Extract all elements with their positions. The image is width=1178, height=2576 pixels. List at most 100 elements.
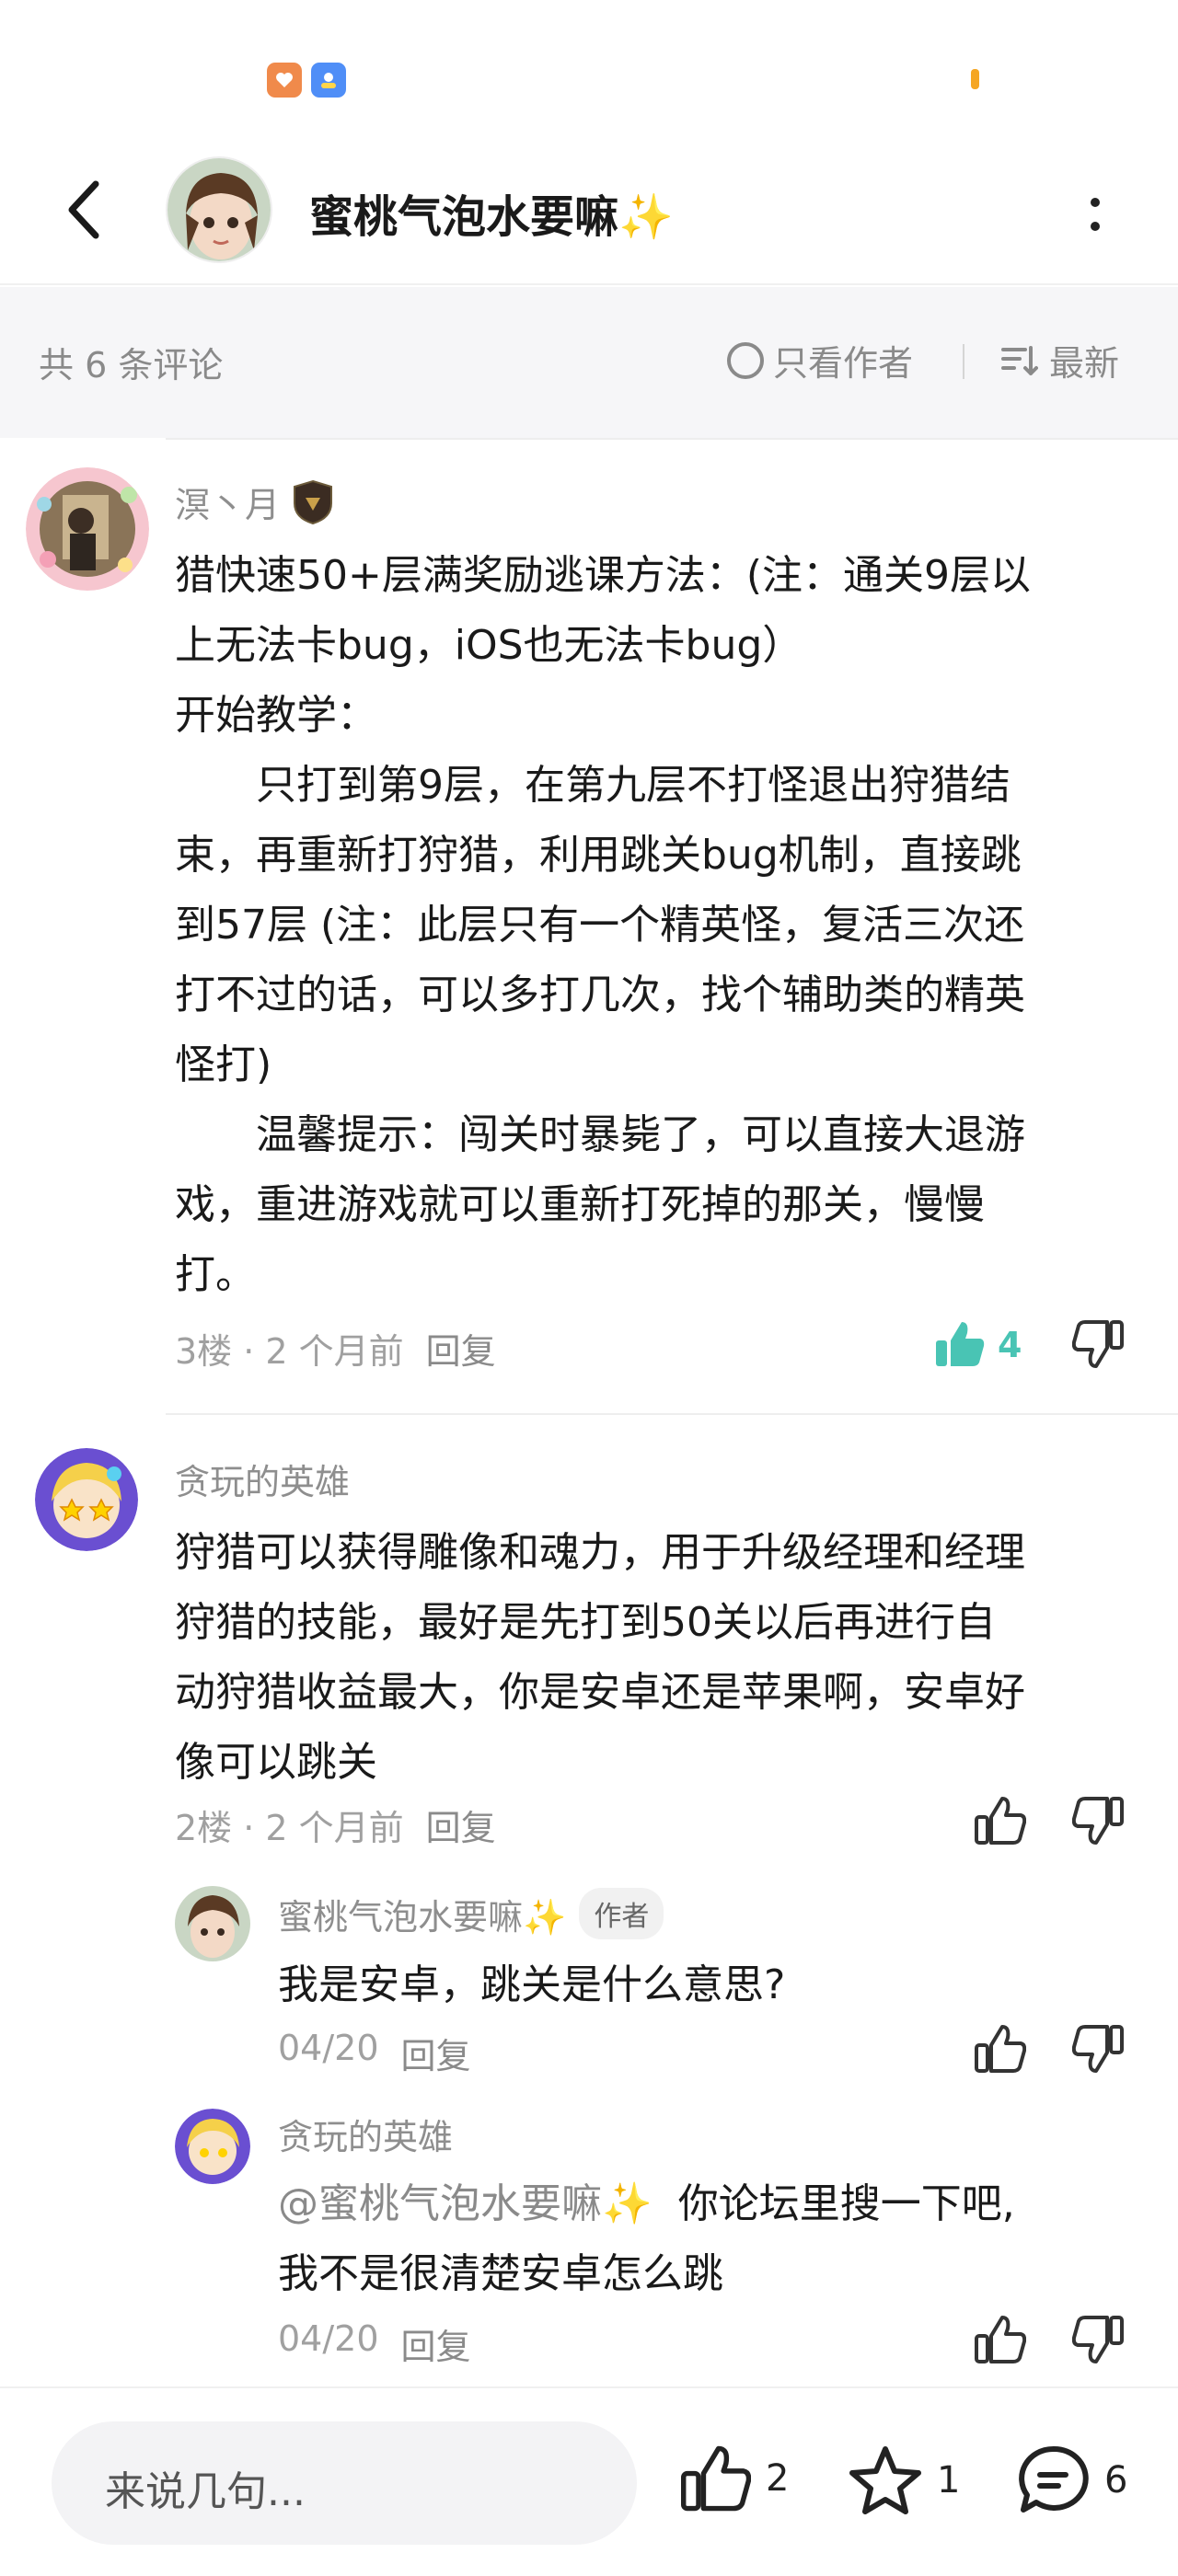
reply-button[interactable]: 回复 xyxy=(426,1323,496,1374)
user-avatar[interactable] xyxy=(175,1886,250,1961)
comment-meta: 3楼 · 2 个月前 回复 xyxy=(175,1323,496,1374)
sort-toggle[interactable]: 最新 xyxy=(1001,335,1119,385)
comment-bubble-icon xyxy=(1019,2445,1089,2513)
reply-button[interactable]: 回复 xyxy=(401,2028,471,2078)
more-dot-icon xyxy=(1091,198,1100,207)
reply-text: @蜜桃气泡水要嘛✨ 你论坛里搜一下吧, 我不是很清楚安卓怎么跳 xyxy=(278,2169,1125,2309)
divider xyxy=(166,438,1178,440)
thumbs-down-icon xyxy=(1072,1320,1124,1368)
thumbs-down-icon xyxy=(1072,1797,1124,1845)
comment-line: 狩猎的技能，最好是先打到50关以后再进行自 xyxy=(175,1599,996,1646)
comment-line: 像可以跳关 xyxy=(175,1739,377,1786)
username-text: 蜜桃气泡水要嘛✨ xyxy=(278,1896,567,1938)
comment-line: 束，再重新打狩猎，利用跳关bug机制，直接跳 xyxy=(175,832,1022,879)
reply-button[interactable]: 回复 xyxy=(426,1800,496,1850)
comment-username[interactable]: 贪玩的英雄 xyxy=(175,1454,350,1504)
comment-filter-bar: 共 6 条评论 只看作者 最新 xyxy=(0,287,1178,438)
like-button[interactable] xyxy=(970,1790,1031,1851)
comment-line: 戏，重进游戏就可以重新打死掉的那关，慢慢 xyxy=(175,1181,985,1228)
mention-link[interactable]: @蜜桃气泡水要嘛✨ xyxy=(278,2180,653,2227)
author-badge: 作者 xyxy=(579,1888,664,1939)
comment-line: 开始教学： xyxy=(175,692,377,739)
like-count: 4 xyxy=(998,1325,1022,1365)
reply-username[interactable]: 贪玩的英雄 xyxy=(278,2109,453,2159)
comment-total-count: 6 xyxy=(1104,2459,1128,2501)
back-button[interactable] xyxy=(55,173,110,247)
dislike-button[interactable] xyxy=(1068,2018,1128,2079)
comment-line: 打。 xyxy=(175,1251,256,1298)
user-avatar[interactable] xyxy=(35,1448,138,1551)
favorite-count: 1 xyxy=(937,2459,961,2501)
favorite-button[interactable]: 1 xyxy=(849,2444,960,2517)
dislike-button[interactable] xyxy=(1068,1314,1128,1374)
thumbs-up-filled-icon xyxy=(936,1322,985,1366)
reply-date: 04/20 xyxy=(278,2028,379,2068)
reply-date: 04/20 xyxy=(278,2318,379,2359)
more-dot-icon xyxy=(1091,222,1100,231)
page-title: 蜜桃气泡水要嘛✨ xyxy=(309,191,674,243)
badge-shield-icon xyxy=(294,479,333,524)
comment-input[interactable]: 来说几句... xyxy=(52,2421,637,2545)
comment-line: 狩猎可以获得雕像和魂力，用于升级经理和经理 xyxy=(175,1529,1025,1576)
heart-app-icon xyxy=(267,63,302,98)
star-icon xyxy=(849,2446,921,2514)
comment-meta: 2楼 · 2 个月前 回复 xyxy=(175,1800,496,1850)
post-like-button[interactable]: 2 xyxy=(681,2444,789,2513)
comment-line: 上无法卡bug，iOS也无法卡bug） xyxy=(175,622,803,669)
bottom-action-bar: 来说几句... 2 1 6 xyxy=(0,2386,1178,2576)
comment-line: 到57层 (注：此层只有一个精英怪，复活三次还 xyxy=(175,902,1025,949)
reply-text: 我是安卓，跳关是什么意思? xyxy=(278,1961,786,2008)
reply-meta: 04/20 回复 xyxy=(278,2028,471,2078)
username-text: 贪玩的英雄 xyxy=(278,2117,454,2157)
post-like-count: 2 xyxy=(766,2457,790,2500)
only-author-label: 只看作者 xyxy=(773,343,914,384)
sort-icon xyxy=(1001,345,1038,375)
user-avatar[interactable] xyxy=(26,467,149,591)
comment-line: 动狩猎收益最大，你是安卓还是苹果啊，安卓好 xyxy=(175,1669,1025,1716)
reply-line: 我不是很清楚安卓怎么跳 xyxy=(278,2250,723,2297)
comments-button[interactable]: 6 xyxy=(1016,2444,1127,2517)
comment-text: 狩猎可以获得雕像和魂力，用于升级经理和经理 狩猎的技能，最好是先打到50关以后再… xyxy=(175,1518,1132,1798)
header: 蜜桃气泡水要嘛✨ xyxy=(0,147,1178,285)
username-text: 溟丶月 xyxy=(175,485,281,525)
thumbs-down-icon xyxy=(1072,2025,1124,2073)
comment-text: 猎快速50+层满奖励逃课方法：(注：通关9层以 上无法卡bug，iOS也无法卡b… xyxy=(175,541,1132,1310)
only-author-toggle[interactable]: 只看作者 xyxy=(727,335,913,385)
reply-line: @蜜桃气泡水要嘛✨ 你论坛里搜一下吧, xyxy=(278,2169,1125,2239)
like-button[interactable] xyxy=(930,1314,990,1374)
comment-line: 打不过的话，可以多打几次，找个辅助类的精英 xyxy=(175,972,1025,1018)
more-options-button[interactable] xyxy=(1077,182,1114,247)
battery-indicator xyxy=(971,69,979,89)
dislike-button[interactable] xyxy=(1068,2309,1128,2370)
username-text: 贪玩的英雄 xyxy=(175,1462,351,1502)
comment-input-placeholder: 来说几句... xyxy=(105,2468,306,2515)
comment-count: 共 6 条评论 xyxy=(39,345,224,385)
profile-app-icon xyxy=(311,63,346,98)
reply-username[interactable]: 蜜桃气泡水要嘛✨ 作者 xyxy=(278,1888,664,1939)
floor-time: 3楼 · 2 个月前 xyxy=(175,1331,404,1372)
sort-label: 最新 xyxy=(1049,343,1120,384)
reply-line-text: 你论坛里搜一下吧, xyxy=(677,2180,1015,2227)
comment-line: 只打到第9层，在第九层不打怪退出狩猎结 xyxy=(175,762,1011,809)
thumbs-down-icon xyxy=(1072,2316,1124,2363)
thumbs-up-icon xyxy=(681,2445,751,2512)
like-button[interactable] xyxy=(970,2309,1031,2370)
thumbs-up-icon xyxy=(975,1797,1026,1845)
comment-line: 温馨提示：闯关时暴毙了，可以直接大退游 xyxy=(175,1111,1025,1158)
status-bar xyxy=(0,0,1178,147)
reply-button[interactable]: 回复 xyxy=(401,2318,471,2369)
comment-username[interactable]: 溟丶月 xyxy=(175,477,333,527)
thumbs-up-icon xyxy=(975,2316,1026,2363)
divider xyxy=(963,344,964,379)
user-avatar[interactable] xyxy=(175,2109,250,2184)
like-button[interactable] xyxy=(970,2018,1031,2079)
back-arrow-icon xyxy=(68,180,99,239)
author-avatar[interactable] xyxy=(166,156,272,263)
comment-line: 怪打) xyxy=(175,1041,272,1088)
radio-circle-icon xyxy=(727,341,764,379)
dislike-button[interactable] xyxy=(1068,1790,1128,1851)
divider xyxy=(166,1413,1178,1415)
reply-meta: 04/20 回复 xyxy=(278,2318,471,2369)
floor-time: 2楼 · 2 个月前 xyxy=(175,1808,404,1848)
comment-line: 猎快速50+层满奖励逃课方法：(注：通关9层以 xyxy=(175,552,1032,599)
